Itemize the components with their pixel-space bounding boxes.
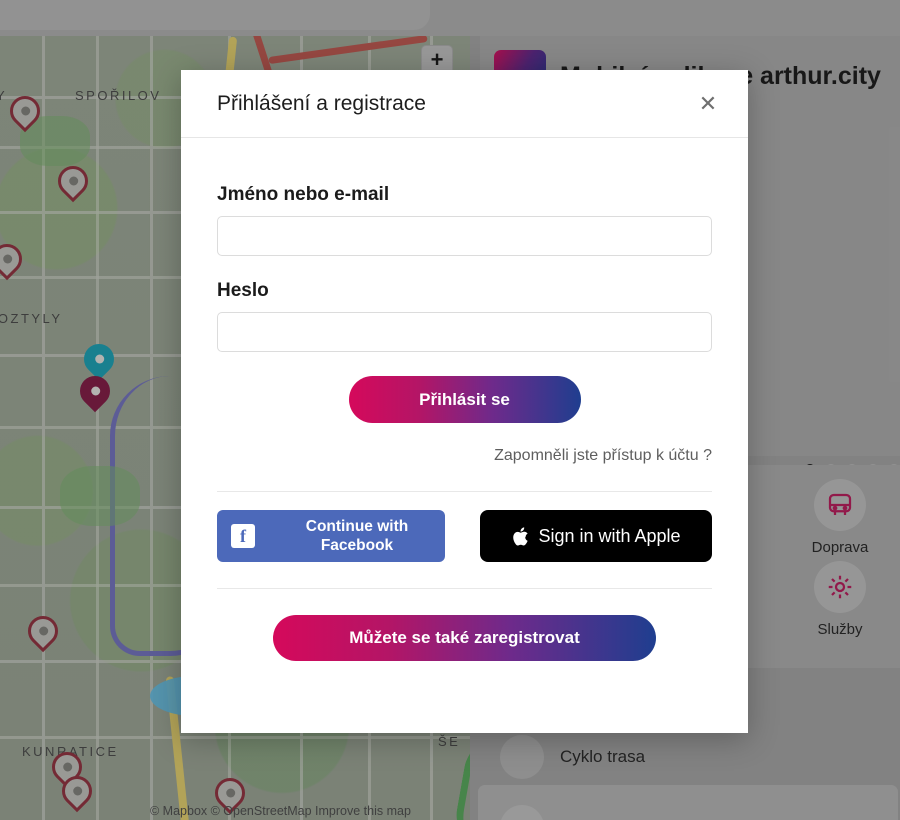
modal-header: Přihlášení a registrace ✕ [181,70,748,138]
login-button[interactable]: Přihlásit se [348,376,581,423]
modal-title: Přihlášení a registrace [217,91,426,115]
login-modal: Přihlášení a registrace ✕ Jméno nebo e-m… [181,70,748,733]
username-field-group: Jméno nebo e-mail [217,184,712,256]
username-input[interactable] [217,216,712,256]
divider [217,491,712,492]
social-login-row: f Continue with Facebook Sign in with Ap… [217,510,712,562]
facebook-login-button[interactable]: f Continue with Facebook [217,510,445,562]
apple-login-label: Sign in with Apple [538,525,681,546]
facebook-login-label: Continue with Facebook [305,518,409,554]
modal-body: Jméno nebo e-mail Heslo Přihlásit se Zap… [181,138,748,733]
password-input[interactable] [217,312,712,352]
password-label: Heslo [217,280,269,301]
register-button[interactable]: Můžete se také zaregistrovat [273,615,656,661]
username-label: Jméno nebo e-mail [217,184,390,205]
divider [217,588,712,589]
forgot-password-link[interactable]: Zapomněli jste přístup k účtu ? [217,447,712,465]
password-field-group: Heslo [217,280,712,352]
screen: e [0,0,900,820]
apple-icon [511,526,529,547]
close-icon[interactable]: ✕ [694,90,722,118]
facebook-icon: f [231,524,255,548]
apple-login-button[interactable]: Sign in with Apple [480,510,712,562]
